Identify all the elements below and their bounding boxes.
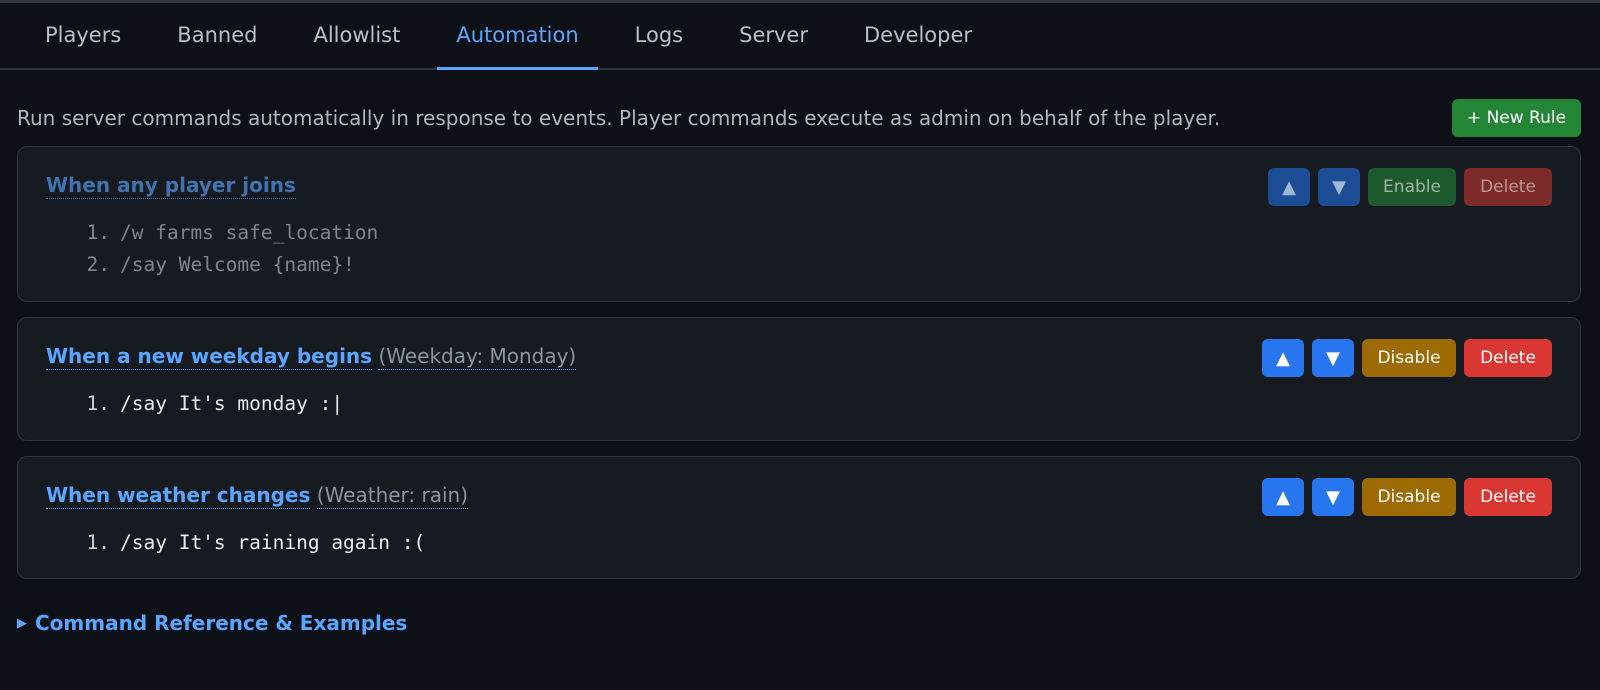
delete-button[interactable]: Delete [1464, 478, 1552, 516]
move-down-button[interactable]: ▼ [1312, 478, 1354, 516]
rule-title[interactable]: When a new weekday begins [46, 344, 373, 370]
command-text: /say Welcome {name}! [120, 253, 355, 276]
rule-actions: ▲ ▼ Disable Delete [1262, 339, 1552, 377]
move-up-button[interactable]: ▲ [1268, 168, 1310, 206]
rule-actions: ▲ ▼ Disable Delete [1262, 478, 1552, 516]
command-item: 2. /say Welcome {name}! [74, 249, 378, 281]
delete-button[interactable]: Delete [1464, 168, 1552, 206]
command-number: 2. [86, 253, 110, 276]
tab-banned[interactable]: Banned [158, 3, 276, 70]
tab-developer[interactable]: Developer [845, 3, 991, 70]
rule-card: When weather changes (Weather: rain) 1. /… [17, 456, 1581, 579]
rule-card: When a new weekday begins (Weekday: Mond… [17, 317, 1581, 441]
move-down-button[interactable]: ▼ [1312, 339, 1354, 377]
delete-button[interactable]: Delete [1464, 339, 1552, 377]
triangle-right-icon: ▶ [17, 615, 27, 631]
command-reference-label: Command Reference & Examples [35, 611, 408, 635]
command-list: 1. /say It's raining again :( [74, 527, 426, 559]
command-list: 1. /say It's monday :| [74, 388, 344, 420]
move-up-button[interactable]: ▲ [1262, 478, 1304, 516]
command-item: 1. /say It's monday :| [74, 388, 344, 420]
command-number: 1. [86, 221, 110, 244]
command-number: 1. [86, 392, 110, 415]
new-rule-button[interactable]: + New Rule [1452, 99, 1581, 137]
rule-detail: (Weekday: Monday) [378, 344, 577, 370]
rule-header: When weather changes (Weather: rain) [46, 483, 469, 509]
enable-button[interactable]: Enable [1368, 168, 1456, 206]
intro-text: Run server commands automatically in res… [17, 106, 1221, 130]
rule-card: When any player joins 1. /w farms safe_lo… [17, 146, 1581, 302]
command-list: 1. /w farms safe_location 2. /say Welcome … [74, 217, 379, 281]
rule-title[interactable]: When any player joins [46, 173, 296, 199]
disable-button[interactable]: Disable [1362, 339, 1456, 377]
command-item: 1. /say It's raining again :( [74, 527, 426, 559]
tab-automation[interactable]: Automation [437, 3, 598, 70]
tab-allowlist[interactable]: Allowlist [294, 3, 419, 70]
command-text: /say It's monday :| [120, 392, 344, 415]
move-up-button[interactable]: ▲ [1262, 339, 1304, 377]
tab-server[interactable]: Server [720, 3, 827, 70]
command-text: /say It's raining again :( [120, 531, 426, 554]
tab-players[interactable]: Players [26, 3, 140, 70]
rule-actions: ▲ ▼ Enable Delete [1268, 168, 1552, 206]
rule-header: When any player joins [46, 173, 296, 199]
rule-detail: (Weather: rain) [316, 483, 469, 509]
intro-row: Run server commands automatically in res… [0, 70, 1600, 138]
command-reference-toggle[interactable]: ▶ Command Reference & Examples [0, 594, 1600, 635]
command-number: 1. [86, 531, 110, 554]
command-text: /w farms safe_location [120, 221, 379, 244]
tab-bar: Players Banned Allowlist Automation Logs… [0, 3, 1600, 70]
command-item: 1. /w farms safe_location [74, 217, 379, 249]
move-down-button[interactable]: ▼ [1318, 168, 1360, 206]
tab-logs[interactable]: Logs [616, 3, 702, 70]
rule-header: When a new weekday begins (Weekday: Mond… [46, 344, 577, 370]
rule-title[interactable]: When weather changes [46, 483, 311, 509]
disable-button[interactable]: Disable [1362, 478, 1456, 516]
